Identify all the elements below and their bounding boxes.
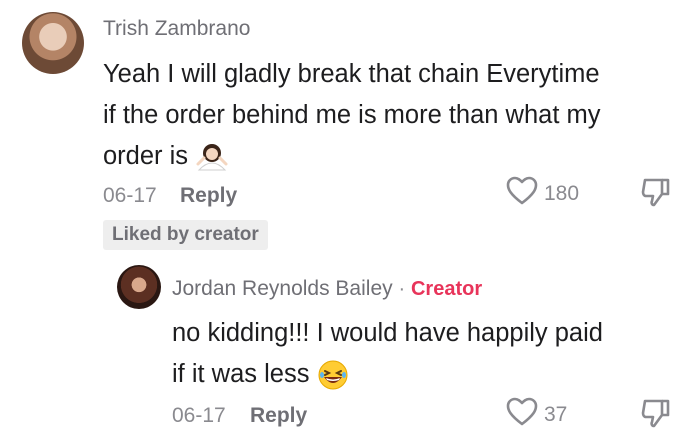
comment-text: Yeah I will gladly break that chain Ever… [103, 54, 693, 177]
commenter-name[interactable]: Trish Zambrano [103, 17, 250, 41]
comment-text-line-3: order is [103, 136, 693, 177]
heart-outline-icon[interactable] [506, 176, 538, 206]
reply-text-line-2: if it was less [172, 354, 692, 395]
comment-like-count: 180 [544, 182, 580, 205]
replier-name[interactable]: Jordan Reynolds Bailey [172, 277, 393, 300]
grinning-squinting-emoji [318, 360, 348, 390]
thumbs-down-icon[interactable] [640, 176, 672, 208]
reply-reply-button[interactable]: Reply [250, 404, 307, 428]
comment-text-line-3-text: order is [103, 142, 189, 170]
reply-like-count: 37 [544, 403, 568, 426]
comment-date: 06-17 [103, 184, 157, 207]
reply-text-line-1: no kidding!!! I would have happily paid [172, 319, 603, 347]
comment-text-line-1: Yeah I will gladly break that chain Ever… [103, 60, 600, 88]
reply-text-line-2-text: if it was less [172, 360, 310, 388]
separator-dot: · [398, 278, 406, 300]
woman-shrugging-emoji [196, 144, 228, 171]
thumbs-down-icon[interactable] [640, 397, 672, 429]
comment-text-line-2: if the order behind me is more than what… [103, 101, 601, 129]
replier-name-row: Jordan Reynolds Bailey · Creator [172, 277, 482, 301]
creator-label: Creator [410, 278, 483, 300]
commenter-avatar[interactable] [22, 12, 84, 74]
heart-outline-icon[interactable] [506, 397, 538, 427]
liked-by-creator-badge: Liked by creator [103, 220, 268, 250]
replier-avatar[interactable] [117, 265, 161, 309]
reply-text: no kidding!!! I would have happily paid … [172, 313, 692, 395]
reply-date: 06-17 [172, 404, 226, 427]
comment-reply-button[interactable]: Reply [180, 184, 237, 208]
